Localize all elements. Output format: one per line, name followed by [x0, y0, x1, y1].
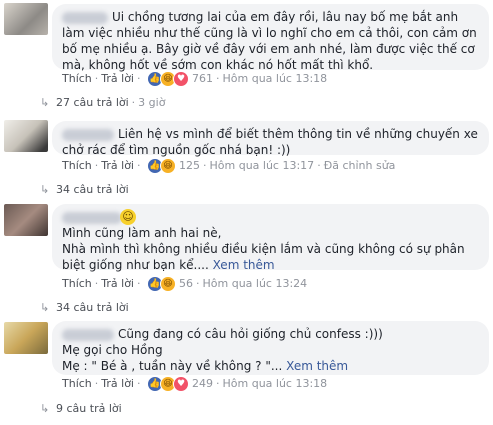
like-link[interactable]: Thích — [62, 377, 92, 390]
reply-arrow-icon: ↳ — [40, 402, 50, 415]
comment-time[interactable]: Hôm qua lúc 13:17 — [210, 159, 315, 172]
view-replies[interactable]: ↳ 34 câu trả lời — [40, 182, 129, 198]
view-replies[interactable]: ↳ 9 câu trả lời — [40, 401, 122, 417]
replies-count: 27 câu trả lời — [56, 96, 129, 109]
like-link[interactable]: Thích — [62, 72, 92, 85]
avatar[interactable] — [4, 204, 48, 236]
avatar[interactable] — [4, 3, 48, 35]
reply-arrow-icon: ↳ — [40, 183, 50, 196]
heart-icon: ♥ — [173, 71, 189, 87]
comment-text: Liên hệ vs mình để biết thêm thông tin v… — [62, 127, 478, 157]
heart-icon: ♥ — [173, 376, 189, 392]
like-link[interactable]: Thích — [62, 159, 92, 172]
replies-count: 9 câu trả lời — [56, 402, 122, 415]
comment-text-line3: Mẹ : " Bé à , tuần này về không ? "... X… — [62, 359, 349, 373]
commenter-name[interactable] — [62, 211, 122, 224]
reaction-count: 761 — [192, 72, 213, 85]
replies-count: 34 câu trả lời — [56, 301, 129, 314]
comment-time[interactable]: Hôm qua lúc 13:24 — [203, 277, 308, 290]
reply-arrow-icon: ↳ — [40, 96, 50, 109]
comment-bubble: Ui chồng tương lai của em đây rồi, lâu n… — [52, 4, 489, 72]
reaction-count: 249 — [192, 377, 213, 390]
reply-link[interactable]: Trả lời — [101, 277, 134, 290]
comment-text-line1: Cũng đang có câu hỏi giống chủ confess :… — [118, 327, 383, 341]
reactions[interactable]: 👍 😆 ♥ 761 — [147, 71, 213, 87]
reactions[interactable]: 👍 😆 ♥ 249 — [147, 376, 213, 392]
reply-link[interactable]: Trả lời — [101, 72, 134, 85]
commenter-name[interactable] — [62, 11, 108, 24]
comment-bubble: Liên hệ vs mình để biết thêm thông tin v… — [52, 121, 489, 157]
comment-actions: Thích · Trả lời · 👍 😆 56 · Hôm qua lúc 13:24 — [62, 276, 308, 292]
comment-time[interactable]: Hôm qua lúc 13:18 — [223, 377, 328, 390]
haha-icon: 😆 — [160, 276, 176, 292]
comment-bubble: Mình cũng làm anh hai nè, Nhà mình thì k… — [52, 204, 489, 272]
commenter-name[interactable] — [62, 128, 114, 141]
edited-label[interactable]: Đã chỉnh sửa — [324, 159, 396, 172]
avatar[interactable] — [4, 322, 48, 354]
like-link[interactable]: Thích — [62, 277, 92, 290]
comment-time[interactable]: Hôm qua lúc 13:18 — [223, 72, 328, 85]
avatar[interactable] — [4, 120, 48, 152]
reply-link[interactable]: Trả lời — [101, 377, 134, 390]
replies-count: 34 câu trả lời — [56, 183, 129, 196]
view-replies[interactable]: ↳ 34 câu trả lời — [40, 300, 129, 316]
reply-link[interactable]: Trả lời — [101, 159, 134, 172]
comment-text: Ui chồng tương lai của em đây rồi, lâu n… — [62, 10, 477, 72]
haha-icon: 😆 — [160, 158, 176, 174]
replies-time: 3 giờ — [138, 96, 166, 109]
comment-actions: Thích · Trả lời · 👍 😆 125 · Hôm qua lúc 13:17 · Đ… — [62, 158, 396, 174]
comment-text-line1: Mình cũng làm anh hai nè, — [62, 226, 222, 240]
comment-bubble: Cũng đang có câu hỏi giống chủ confess :… — [52, 321, 489, 375]
comment-text-line2: Nhà mình thì không nhiều điều kiện lắm v… — [62, 242, 465, 272]
view-replies[interactable]: ↳ 27 câu trả lời · 3 giờ — [40, 95, 165, 111]
smile-emoji-icon: ☺ — [120, 209, 136, 225]
reaction-count: 56 — [179, 277, 193, 290]
comment-text-line2: Mẹ gọi cho Hồng — [62, 343, 163, 357]
see-more-link[interactable]: Xem thêm — [286, 359, 348, 373]
reactions[interactable]: 👍 😆 125 — [147, 158, 200, 174]
see-more-link[interactable]: Xem thêm — [213, 258, 275, 272]
reaction-count: 125 — [179, 159, 200, 172]
comment-actions: Thích · Trả lời · 👍 😆 ♥ 249 · Hôm qua lúc 13:18 — [62, 376, 328, 392]
commenter-name[interactable] — [62, 328, 114, 341]
comment-actions: Thích · Trả lời · 👍 😆 ♥ 761 · Hôm qua lúc 13:18 — [62, 71, 328, 87]
reply-arrow-icon: ↳ — [40, 301, 50, 314]
reactions[interactable]: 👍 😆 56 — [147, 276, 193, 292]
